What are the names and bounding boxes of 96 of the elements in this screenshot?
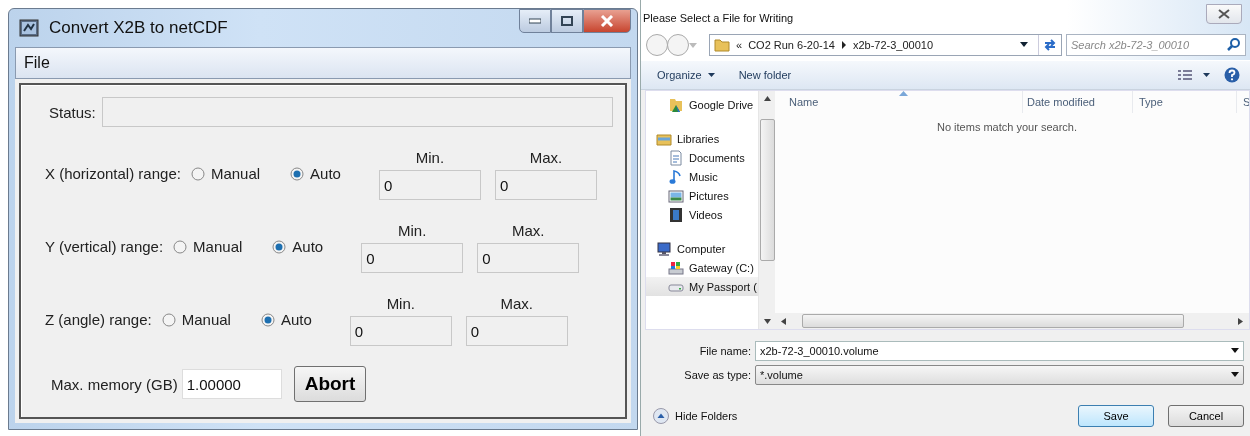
status-field[interactable] <box>101 97 613 127</box>
number-field[interactable]: 0 <box>465 316 568 346</box>
radio-button[interactable]: Auto <box>260 311 312 328</box>
field-label: Max. <box>500 295 534 312</box>
nav-item[interactable]: Music <box>646 167 759 186</box>
folder-icon <box>714 37 730 53</box>
up-arrow-icon <box>763 96 771 101</box>
music-note-icon <box>668 168 684 185</box>
radio-button[interactable]: Auto <box>290 165 341 182</box>
separator-arrow-icon <box>840 41 847 49</box>
maximize-button[interactable] <box>551 9 583 33</box>
close-button[interactable] <box>583 9 631 33</box>
hide-folders-button[interactable]: Hide Folders <box>653 408 738 424</box>
field-label: X (horizontal) range: <box>45 165 181 182</box>
search-icon <box>1226 37 1242 53</box>
abort-button[interactable]: Abort <box>293 366 367 402</box>
number-field[interactable]: 0 <box>494 170 597 200</box>
column-header[interactable]: S <box>1237 91 1249 113</box>
radio-circle-icon <box>260 312 275 327</box>
radio-circle-icon <box>161 312 176 327</box>
overflow-chevron[interactable]: « <box>736 39 743 51</box>
toolbar-button[interactable]: New folder <box>736 67 794 83</box>
field-label: Max. memory (GB) <box>51 375 178 393</box>
sort-arrow-icon <box>899 91 908 96</box>
empty-message: No items match your search. <box>936 121 1078 135</box>
radio-button[interactable]: Auto <box>272 238 324 255</box>
dialog-title: Please Select a File for Writing <box>643 12 794 26</box>
horizontal-scrollbar[interactable] <box>775 313 1249 329</box>
close-icon <box>600 15 614 27</box>
field-label: Save as type: <box>683 369 751 381</box>
radio-button[interactable]: Manual <box>190 165 261 182</box>
down-arrow-icon <box>763 319 771 324</box>
radio-circle-icon <box>272 239 287 254</box>
view-menu-button[interactable] <box>1177 67 1210 83</box>
field-label: Y (vertical) range: <box>45 238 164 255</box>
field-label: File name: <box>698 345 751 357</box>
column-header[interactable]: Type <box>1133 91 1237 113</box>
number-field[interactable]: 0 <box>361 243 464 273</box>
number-field[interactable]: 0 <box>477 243 580 273</box>
radio-circle-icon <box>190 166 205 181</box>
drive-icon <box>668 259 684 276</box>
nav-item[interactable]: My Passport ( <box>646 277 759 296</box>
field-label: Max. <box>511 222 545 239</box>
field-label: Z (angle) range: <box>45 311 152 328</box>
window-title: Convert X2B to netCDF <box>49 18 229 38</box>
radio-button[interactable]: Manual <box>173 238 243 255</box>
right-arrow-icon <box>1238 317 1243 325</box>
search-field[interactable]: Search x2b-72-3_00010 <box>1066 34 1246 56</box>
column-header[interactable]: Date modified <box>1023 91 1133 113</box>
left-arrow-icon <box>781 317 786 325</box>
column-header[interactable]: Name <box>775 91 1023 113</box>
nav-item[interactable]: Gateway (C:) <box>646 258 759 277</box>
radio-circle-icon <box>173 239 188 254</box>
list-view-icon <box>1177 67 1193 83</box>
help-icon[interactable] <box>1224 67 1240 83</box>
maximize-icon <box>561 16 573 26</box>
dropdown-caret-icon <box>1231 348 1239 354</box>
vertical-scrollbar[interactable] <box>758 91 775 329</box>
nav-item[interactable]: Computer <box>646 239 759 258</box>
computer-icon <box>656 240 672 257</box>
close-button[interactable] <box>1206 4 1242 24</box>
number-field[interactable]: 0 <box>378 170 481 200</box>
field-label: Max. <box>529 149 563 166</box>
document-icon <box>668 149 684 166</box>
radio-circle-icon <box>290 166 305 181</box>
radio-button[interactable]: Manual <box>161 311 231 328</box>
field-label: Min. <box>398 222 427 239</box>
file-name-field[interactable]: x2b-72-3_00010.volume <box>755 341 1244 361</box>
memory-field[interactable]: 1.00000 <box>181 369 282 399</box>
dialog-button[interactable]: Cancel <box>1168 405 1244 427</box>
file-type-dropdown[interactable]: *.volume <box>755 365 1244 385</box>
nav-item[interactable]: Documents <box>646 148 759 167</box>
collapse-up-icon <box>653 408 669 424</box>
caret-icon <box>707 73 715 77</box>
cloud-folder-icon <box>668 96 684 113</box>
film-icon <box>668 206 684 223</box>
breadcrumb[interactable]: x2b-72-3_00010 <box>852 39 934 51</box>
refresh-icon <box>1042 37 1058 53</box>
minimize-icon <box>529 18 541 24</box>
organize-menu[interactable]: Organize <box>655 67 717 83</box>
field-label: Min. <box>386 295 415 312</box>
dropdown-caret-icon <box>1231 372 1239 378</box>
dialog-button[interactable]: Save <box>1078 405 1154 427</box>
address-bar[interactable]: « CO2 Run 6-20-14 x2b-72-3_00010 <box>709 34 1062 56</box>
close-icon <box>1218 9 1230 19</box>
field-label: Min. <box>415 149 445 166</box>
dropdown-caret-icon <box>1020 42 1028 48</box>
image-icon <box>668 187 684 204</box>
number-field[interactable]: 0 <box>349 316 452 346</box>
caret-icon <box>1203 73 1210 77</box>
breadcrumb[interactable]: CO2 Run 6-20-14 <box>748 39 835 51</box>
app-icon <box>19 19 39 37</box>
minimize-button[interactable] <box>519 9 551 33</box>
field-label: Status: <box>49 103 96 121</box>
menu-item[interactable]: File <box>24 54 50 72</box>
nav-item[interactable]: Libraries <box>646 129 759 148</box>
